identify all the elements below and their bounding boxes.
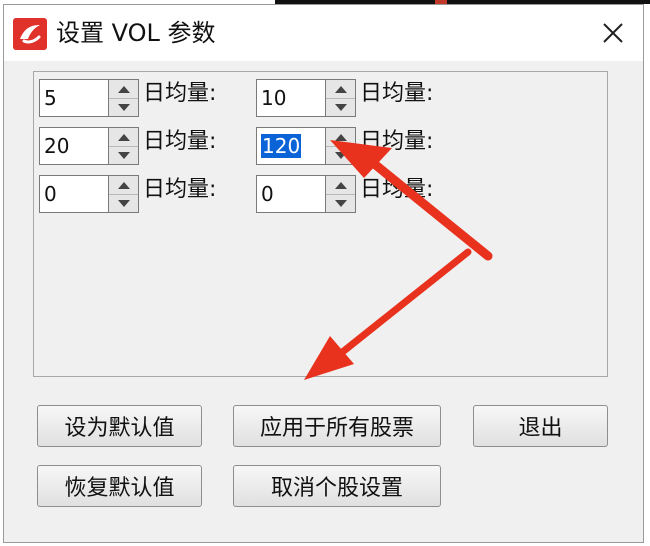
chevron-up-icon (334, 134, 347, 141)
param-input-1[interactable]: 5 (39, 79, 109, 117)
close-button[interactable] (583, 5, 643, 61)
chevron-down-icon (117, 200, 130, 207)
param-input-5[interactable]: 0 (39, 175, 109, 213)
param-spinner-2[interactable] (326, 79, 356, 117)
param-label: 日均量: (143, 81, 217, 106)
chevron-down-icon (334, 200, 347, 207)
parameter-panel: 5 日均量: 10 日均量: 20 日均量: 120 日均量: 0 日均量: 0… (33, 71, 608, 377)
param-label: 日均量: (143, 177, 217, 202)
param-input-6[interactable]: 0 (256, 175, 326, 213)
param-spinner-3[interactable] (109, 127, 139, 165)
param-label: 日均量: (360, 129, 434, 154)
param-label: 日均量: (360, 177, 434, 202)
spin-up-button[interactable] (326, 176, 355, 195)
chevron-up-icon (117, 182, 130, 189)
spin-down-button[interactable] (326, 99, 355, 117)
param-label: 日均量: (360, 81, 434, 106)
chevron-down-icon (334, 152, 347, 159)
chevron-up-icon (117, 86, 130, 93)
dialog-window: 设置 VOL 参数 5 日均量: 10 日均量: 20 日均量: 120 日均量… (3, 4, 644, 543)
param-input-4[interactable]: 120 (256, 127, 326, 165)
chevron-down-icon (334, 104, 347, 111)
chevron-up-icon (334, 182, 347, 189)
spin-down-button[interactable] (109, 147, 138, 165)
chevron-up-icon (334, 86, 347, 93)
close-icon (603, 23, 623, 43)
title-bar[interactable]: 设置 VOL 参数 (4, 5, 643, 61)
app-logo-icon (13, 18, 47, 50)
spin-down-button[interactable] (109, 195, 138, 213)
param-spinner-1[interactable] (109, 79, 139, 117)
param-input-3[interactable]: 20 (39, 127, 109, 165)
cancel-stock-settings-button[interactable]: 取消个股设置 (233, 465, 441, 507)
apply-all-stocks-button[interactable]: 应用于所有股票 (233, 405, 441, 447)
param-input-2[interactable]: 10 (256, 79, 326, 117)
spin-up-button[interactable] (109, 176, 138, 195)
chevron-up-icon (117, 134, 130, 141)
chevron-down-icon (117, 152, 130, 159)
chevron-down-icon (117, 104, 130, 111)
spin-up-button[interactable] (326, 128, 355, 147)
param-spinner-6[interactable] (326, 175, 356, 213)
restore-default-button[interactable]: 恢复默认值 (37, 465, 202, 507)
set-default-button[interactable]: 设为默认值 (37, 405, 202, 447)
spin-up-button[interactable] (109, 128, 138, 147)
param-label: 日均量: (143, 129, 217, 154)
spin-up-button[interactable] (109, 80, 138, 99)
spin-down-button[interactable] (326, 147, 355, 165)
param-spinner-5[interactable] (109, 175, 139, 213)
spin-down-button[interactable] (326, 195, 355, 213)
exit-button[interactable]: 退出 (473, 405, 608, 447)
spin-up-button[interactable] (326, 80, 355, 99)
param-spinner-4[interactable] (326, 127, 356, 165)
window-title: 设置 VOL 参数 (56, 19, 216, 47)
spin-down-button[interactable] (109, 99, 138, 117)
selected-text: 120 (261, 134, 302, 158)
